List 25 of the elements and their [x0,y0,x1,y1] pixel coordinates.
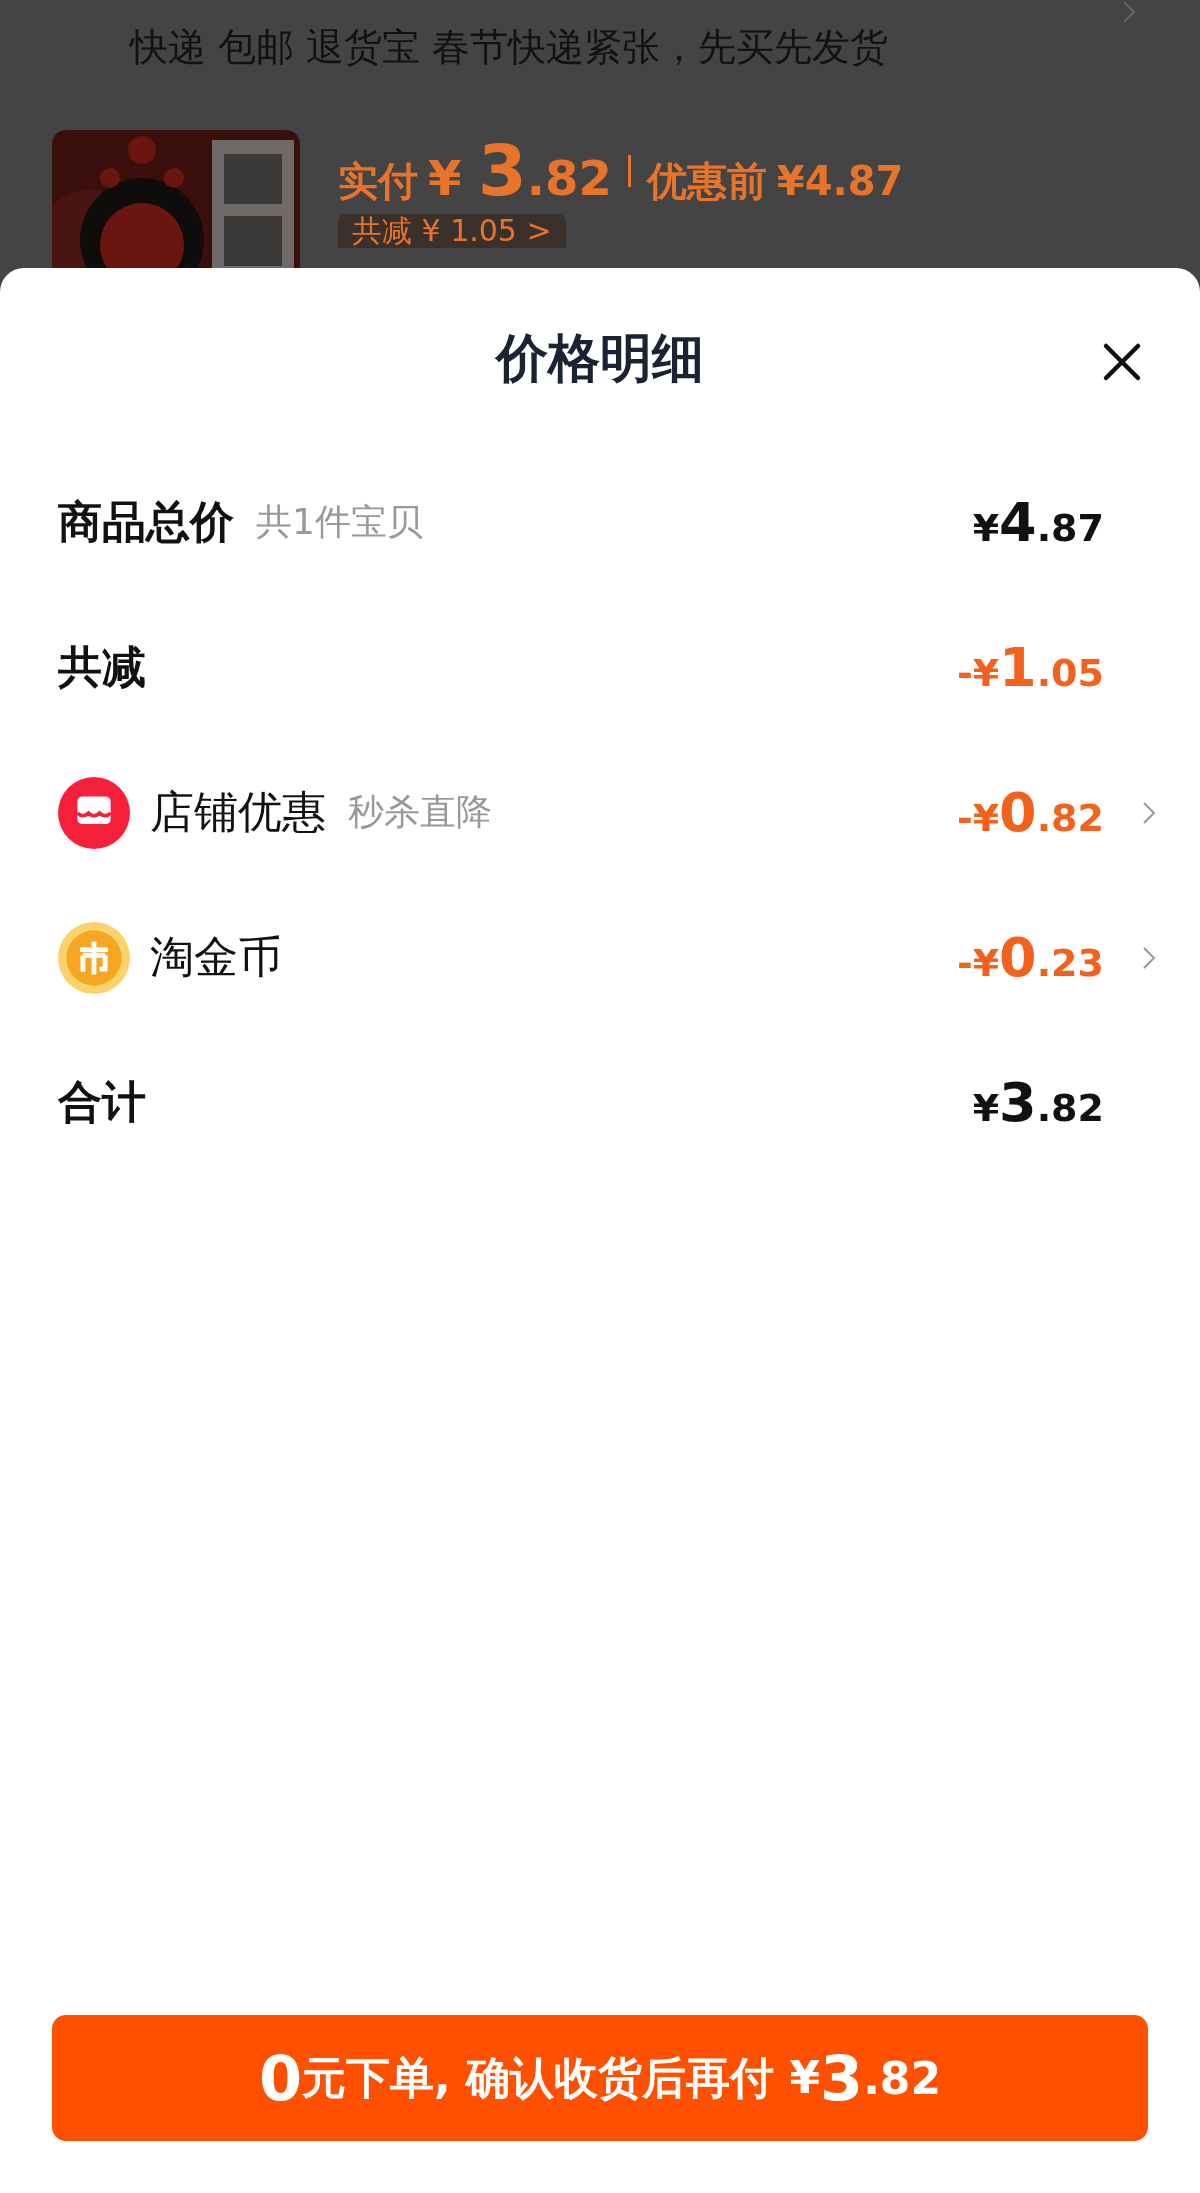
row-amount: -¥0.23 [956,926,1104,989]
row-note: 共1件宝贝 [256,500,423,544]
close-icon[interactable] [1102,342,1142,382]
row-note: 秒杀直降 [348,790,492,834]
chevron-right-icon[interactable] [1142,799,1156,826]
pay-button[interactable]: 0元下单, 确认收货后再付 ¥3.82 [52,2015,1148,2141]
row-amount: ¥4.87 [972,491,1104,554]
chevron-right-icon[interactable] [1142,944,1156,971]
row-label: 商品总价 [58,495,234,549]
sheet-title: 价格明细 [496,327,704,390]
coin-icon [58,921,130,994]
row-amount: ¥3.82 [972,1071,1104,1134]
row-label: 淘金币 [150,930,282,984]
original-price-label: 优惠前 [646,157,767,206]
row-label: 共减 [58,640,146,694]
row-amount: -¥0.82 [956,781,1104,844]
paid-label: 实付 [338,157,418,206]
row-amount: -¥1.05 [956,636,1104,699]
original-price: ¥4.87 [776,158,904,204]
row-label: 店铺优惠 [150,785,326,839]
shop-icon [58,776,130,849]
chevron-right-icon [1122,0,1136,24]
discount-badge[interactable]: 共减 ¥ 1.05 > [338,214,566,248]
paid-price: ¥ 3.82 [428,130,612,212]
row-label: 合计 [58,1075,146,1129]
